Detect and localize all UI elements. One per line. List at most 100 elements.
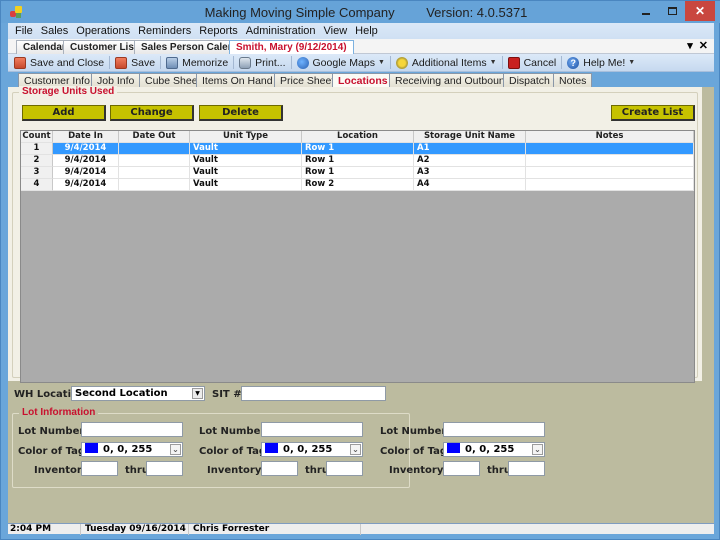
storage-units-grid: Count Date In Date Out Unit Type Locatio… — [20, 130, 695, 383]
cell-date-in: 9/4/2014 — [53, 179, 119, 191]
table-row[interactable]: 2 9/4/2014 Vault Row 1 A2 — [21, 155, 694, 167]
help-me-label: Help Me! — [583, 56, 626, 69]
menu-bar: File Sales Operations Reminders Reports … — [8, 23, 714, 39]
tab-dispatch[interactable]: Dispatch — [503, 73, 556, 87]
maximize-button[interactable] — [659, 1, 685, 21]
doc-tab-tools: ▾ ✕ — [687, 39, 708, 52]
chevron-down-icon[interactable]: ⌄ — [350, 444, 361, 455]
status-time: 2:04 PM — [8, 524, 81, 535]
column-header-notes[interactable]: Notes — [526, 131, 694, 143]
cell-count: 3 — [21, 167, 53, 179]
company-name: Making Moving Simple Company — [204, 5, 395, 20]
cell-date-out — [119, 167, 190, 179]
additional-items-label: Additional Items — [411, 56, 487, 69]
toolbar-separator — [233, 56, 235, 69]
inventory-2-to-input[interactable] — [326, 461, 363, 476]
lot-number-2-input[interactable] — [261, 422, 363, 437]
cell-date-in: 9/4/2014 — [53, 155, 119, 167]
close-button[interactable]: ✕ — [685, 1, 715, 21]
color-of-tags-1-value: 0, 0, 255 — [103, 444, 153, 455]
section-tabs: Customer Info Job Info Cube Sheet Items … — [8, 72, 714, 87]
column-header-count[interactable]: Count — [21, 131, 53, 143]
menu-help[interactable]: Help — [351, 25, 382, 37]
color-of-tags-2-value: 0, 0, 255 — [283, 444, 333, 455]
close-tab-icon[interactable]: ✕ — [699, 39, 708, 52]
column-header-date-in[interactable]: Date In — [53, 131, 119, 143]
lot-number-3-input[interactable] — [443, 422, 545, 437]
cancel-button[interactable]: Cancel — [505, 56, 560, 69]
menu-file[interactable]: File — [11, 25, 37, 37]
inventory-1-to-input[interactable] — [146, 461, 183, 476]
color-of-tags-3-select[interactable]: 0, 0, 255 ⌄ — [443, 442, 545, 457]
inventory-3-to-input[interactable] — [508, 461, 545, 476]
status-user: Chris Forrester — [191, 524, 361, 535]
cell-date-out — [119, 143, 190, 155]
doc-tab-customer-list[interactable]: Customer List — [63, 40, 145, 54]
chevron-down-icon[interactable]: ▼ — [192, 388, 203, 399]
tab-job-info[interactable]: Job Info — [91, 73, 141, 87]
memorize-icon — [166, 56, 179, 69]
sit-number-input[interactable] — [241, 386, 386, 401]
menu-operations[interactable]: Operations — [72, 25, 134, 37]
google-maps-label: Google Maps — [312, 56, 375, 69]
menu-sales[interactable]: Sales — [37, 25, 73, 37]
color-of-tags-2-select[interactable]: 0, 0, 255 ⌄ — [261, 442, 363, 457]
cell-notes — [526, 155, 694, 167]
toolbar-separator — [290, 56, 292, 69]
chevron-down-icon[interactable]: ⌄ — [170, 444, 181, 455]
menu-view[interactable]: View — [320, 25, 352, 37]
tab-notes[interactable]: Notes — [553, 73, 593, 87]
color-of-tags-1-select[interactable]: 0, 0, 255 ⌄ — [81, 442, 183, 457]
delete-button[interactable]: Delete — [199, 105, 283, 121]
cell-date-in: 9/4/2014 — [53, 167, 119, 179]
menu-administration[interactable]: Administration — [242, 25, 320, 37]
cancel-icon — [507, 56, 520, 69]
tab-receiving-and-outbound[interactable]: Receiving and Outbound — [389, 73, 517, 87]
column-header-storage-unit-name[interactable]: Storage Unit Name — [414, 131, 526, 143]
column-header-unit-type[interactable]: Unit Type — [190, 131, 302, 143]
save-and-close-button[interactable]: Save and Close — [11, 56, 107, 69]
table-row[interactable]: 1 9/4/2014 Vault Row 1 A1 — [21, 143, 694, 155]
doc-tab-smith-mary[interactable]: Smith, Mary (9/12/2014) — [229, 40, 354, 54]
save-button[interactable]: Save — [112, 56, 158, 69]
cell-location: Row 1 — [302, 155, 414, 167]
tab-list-dropdown-icon[interactable]: ▾ — [687, 39, 693, 52]
tab-items-on-hand[interactable]: Items On Hand — [196, 73, 279, 87]
table-row[interactable]: 3 9/4/2014 Vault Row 1 A3 — [21, 167, 694, 179]
memorize-label: Memorize — [182, 56, 229, 69]
cancel-label: Cancel — [523, 56, 557, 69]
print-button[interactable]: Print... — [236, 56, 288, 69]
window-controls: ✕ — [633, 1, 720, 21]
additional-items-button[interactable]: Additional Items ▼ — [393, 56, 500, 69]
save-disk-icon — [115, 56, 128, 69]
add-button[interactable]: Add — [22, 105, 106, 121]
print-label: Print... — [255, 56, 286, 69]
minimize-button[interactable] — [633, 1, 659, 21]
inventory-2-from-input[interactable] — [261, 461, 298, 476]
menu-reminders[interactable]: Reminders — [134, 25, 195, 37]
inventory-3-from-input[interactable] — [443, 461, 480, 476]
toolbar: Save and Close Save Memorize Print... Go… — [8, 54, 714, 72]
menu-reports[interactable]: Reports — [195, 25, 242, 37]
cell-storage-unit-name: A3 — [414, 167, 526, 179]
help-me-button[interactable]: ? Help Me! ▼ — [564, 56, 638, 69]
change-button[interactable]: Change — [110, 105, 194, 121]
wh-location-select[interactable]: Second Location ▼ — [71, 386, 205, 401]
tab-customer-info[interactable]: Customer Info — [18, 73, 96, 87]
tab-locations[interactable]: Locations — [332, 73, 394, 87]
create-list-button[interactable]: Create List — [611, 105, 695, 121]
lot-number-1-input[interactable] — [81, 422, 183, 437]
toolbar-separator — [109, 56, 111, 69]
column-header-location[interactable]: Location — [302, 131, 414, 143]
table-row[interactable]: 4 9/4/2014 Vault Row 2 A4 — [21, 179, 694, 191]
memorize-button[interactable]: Memorize — [163, 56, 231, 69]
column-header-date-out[interactable]: Date Out — [119, 131, 190, 143]
chevron-down-icon[interactable]: ⌄ — [532, 444, 543, 455]
status-date: Tuesday 09/16/2014 — [83, 524, 189, 535]
tab-price-sheet[interactable]: Price Sheet — [274, 73, 341, 87]
google-maps-button[interactable]: Google Maps ▼ — [294, 56, 388, 69]
cell-notes — [526, 167, 694, 179]
cell-location: Row 1 — [302, 167, 414, 179]
color-swatch — [447, 443, 460, 453]
inventory-1-from-input[interactable] — [81, 461, 118, 476]
